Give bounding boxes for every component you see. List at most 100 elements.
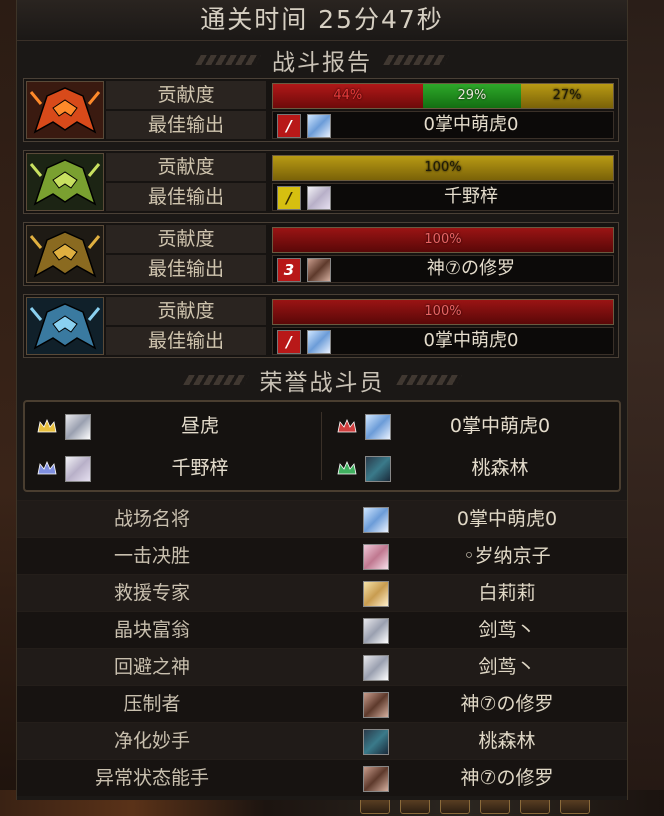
honor-fighter[interactable]: 0掌中萌虎0 <box>325 406 613 446</box>
contribution-segment: 27% <box>521 84 613 108</box>
award-row[interactable]: 净化妙手 桃森林 <box>17 722 627 759</box>
clear-time-title: 通关时间 25分47秒 <box>17 0 627 41</box>
honor-fighter-name: 桃森林 <box>471 457 529 479</box>
player-avatar <box>363 507 389 533</box>
award-title: 救援专家 <box>113 582 190 604</box>
honor-fighters-box: 昼虎 0掌中萌虎0 千野梓 桃森林 <box>23 400 621 492</box>
boss-report-row: 贡献度 最佳输出 100% 3 神⑦の修罗 <box>23 222 619 286</box>
honor-fighter-name: 昼虎 <box>180 415 219 437</box>
crown-icon <box>37 460 57 475</box>
best-output-player[interactable]: 0掌中萌虎0 <box>333 112 609 138</box>
contribution-segment: 100% <box>273 156 613 180</box>
awards-list: 战场名将 0掌中萌虎0 一击决胜 ◦岁纳京子 救援专家 白莉莉 晶块富翁 剑茑丶 回避之神 剑茑丶… <box>17 500 627 796</box>
award-player: 神⑦の修罗 <box>460 693 554 715</box>
award-player: 剑茑丶 <box>478 619 536 641</box>
boss-report-row: 贡献度 最佳输出 100% / 千野梓 <box>23 150 619 214</box>
contribution-segment: 100% <box>273 228 613 252</box>
player-avatar <box>307 114 331 138</box>
player-avatar <box>363 692 389 718</box>
best-output-label: 最佳输出 <box>106 255 266 283</box>
ornament-left-icon <box>186 375 246 385</box>
award-player: 桃森林 <box>478 730 536 752</box>
player-avatar <box>363 544 389 570</box>
award-player: 神⑦の修罗 <box>460 767 554 789</box>
boss-portrait-icon <box>26 153 104 211</box>
best-output-player[interactable]: 神⑦の修罗 <box>333 256 609 282</box>
contribution-bar: 44% 29% 27% <box>272 83 614 109</box>
best-output-box: / 0掌中萌虎0 <box>272 111 614 139</box>
award-title: 回避之神 <box>113 656 190 678</box>
rank-badge-icon: / <box>277 114 301 138</box>
award-player: 0掌中萌虎0 <box>456 508 558 530</box>
best-output-player[interactable]: 0掌中萌虎0 <box>333 328 609 354</box>
player-avatar <box>363 618 389 644</box>
player-avatar <box>65 456 91 482</box>
boss-report-row: 贡献度 最佳输出 100% / 0掌中萌虎0 <box>23 294 619 358</box>
honor-fighter-name: 0掌中萌虎0 <box>449 415 551 437</box>
player-avatar <box>363 766 389 792</box>
award-row[interactable]: 晶块富翁 剑茑丶 <box>17 611 627 648</box>
battle-report-header: 战斗报告 <box>17 42 627 78</box>
award-player: 白莉莉 <box>478 582 536 604</box>
award-title: 战场名将 <box>113 508 190 530</box>
boss-report-row: 贡献度 最佳输出 44% 29% 27%/0掌中萌虎0 <box>23 78 619 142</box>
award-row[interactable]: 救援专家 白莉莉 <box>17 574 627 611</box>
ornament-right-icon <box>386 55 446 65</box>
boss-portrait-icon <box>26 81 104 139</box>
best-output-label: 最佳输出 <box>106 183 266 211</box>
background-left <box>0 0 16 816</box>
boss-portrait-icon <box>26 297 104 355</box>
player-avatar <box>307 186 331 210</box>
crown-icon <box>337 460 357 475</box>
contribution-label: 贡献度 <box>106 81 266 109</box>
contribution-label: 贡献度 <box>106 225 266 253</box>
contribution-segment: 44% <box>273 84 423 108</box>
player-avatar <box>363 655 389 681</box>
award-title: 一击决胜 <box>113 545 190 567</box>
best-output-box: / 千野梓 <box>272 183 614 211</box>
contribution-bar: 100% <box>272 155 614 181</box>
crown-icon <box>337 418 357 433</box>
award-title: 压制者 <box>123 693 181 715</box>
award-row[interactable]: 异常状态能手 神⑦の修罗 <box>17 759 627 796</box>
background-right <box>624 0 664 816</box>
player-avatar <box>363 729 389 755</box>
award-row[interactable]: 回避之神 剑茑丶 <box>17 648 627 685</box>
award-row[interactable]: 战场名将 0掌中萌虎0 <box>17 500 627 537</box>
award-row[interactable]: 一击决胜 ◦岁纳京子 <box>17 537 627 574</box>
rank-badge-icon: / <box>277 186 301 210</box>
player-avatar <box>363 581 389 607</box>
award-title: 异常状态能手 <box>94 767 209 789</box>
best-output-label: 最佳输出 <box>106 111 266 139</box>
honor-divider <box>321 412 322 480</box>
player-avatar <box>365 456 391 482</box>
rank-badge-icon: 3 <box>277 258 301 282</box>
best-output-label: 最佳输出 <box>106 327 266 355</box>
crown-icon <box>37 418 57 433</box>
honor-fighter[interactable]: 桃森林 <box>325 448 613 488</box>
player-avatar <box>307 258 331 282</box>
best-output-box: 3 神⑦の修罗 <box>272 255 614 283</box>
honor-fighter[interactable]: 千野梓 <box>25 448 313 488</box>
honor-fighter-name: 千野梓 <box>171 457 229 479</box>
award-player: 剑茑丶 <box>478 656 536 678</box>
player-avatar <box>365 414 391 440</box>
award-title: 晶块富翁 <box>113 619 190 641</box>
boss-portrait-icon <box>26 225 104 283</box>
honor-header: 荣誉战斗员 <box>17 362 627 398</box>
results-panel: 通关时间 25分47秒 战斗报告 贡献度 最佳输出 44% 29% 27%/0掌中萌虎0… <box>16 0 628 800</box>
ornament-right-icon <box>399 375 459 385</box>
contribution-bar: 100% <box>272 299 614 325</box>
award-row[interactable]: 压制者 神⑦の修罗 <box>17 685 627 722</box>
contribution-label: 贡献度 <box>106 297 266 325</box>
best-output-player[interactable]: 千野梓 <box>333 184 609 210</box>
contribution-segment: 100% <box>273 300 613 324</box>
rank-badge-icon: / <box>277 330 301 354</box>
honor-fighter[interactable]: 昼虎 <box>25 406 313 446</box>
contribution-segment: 29% <box>422 84 522 108</box>
player-avatar <box>65 414 91 440</box>
award-player: ◦岁纳京子 <box>463 545 551 567</box>
contribution-bar: 100% <box>272 227 614 253</box>
contribution-label: 贡献度 <box>106 153 266 181</box>
battle-report-heading: 战斗报告 <box>272 50 372 76</box>
